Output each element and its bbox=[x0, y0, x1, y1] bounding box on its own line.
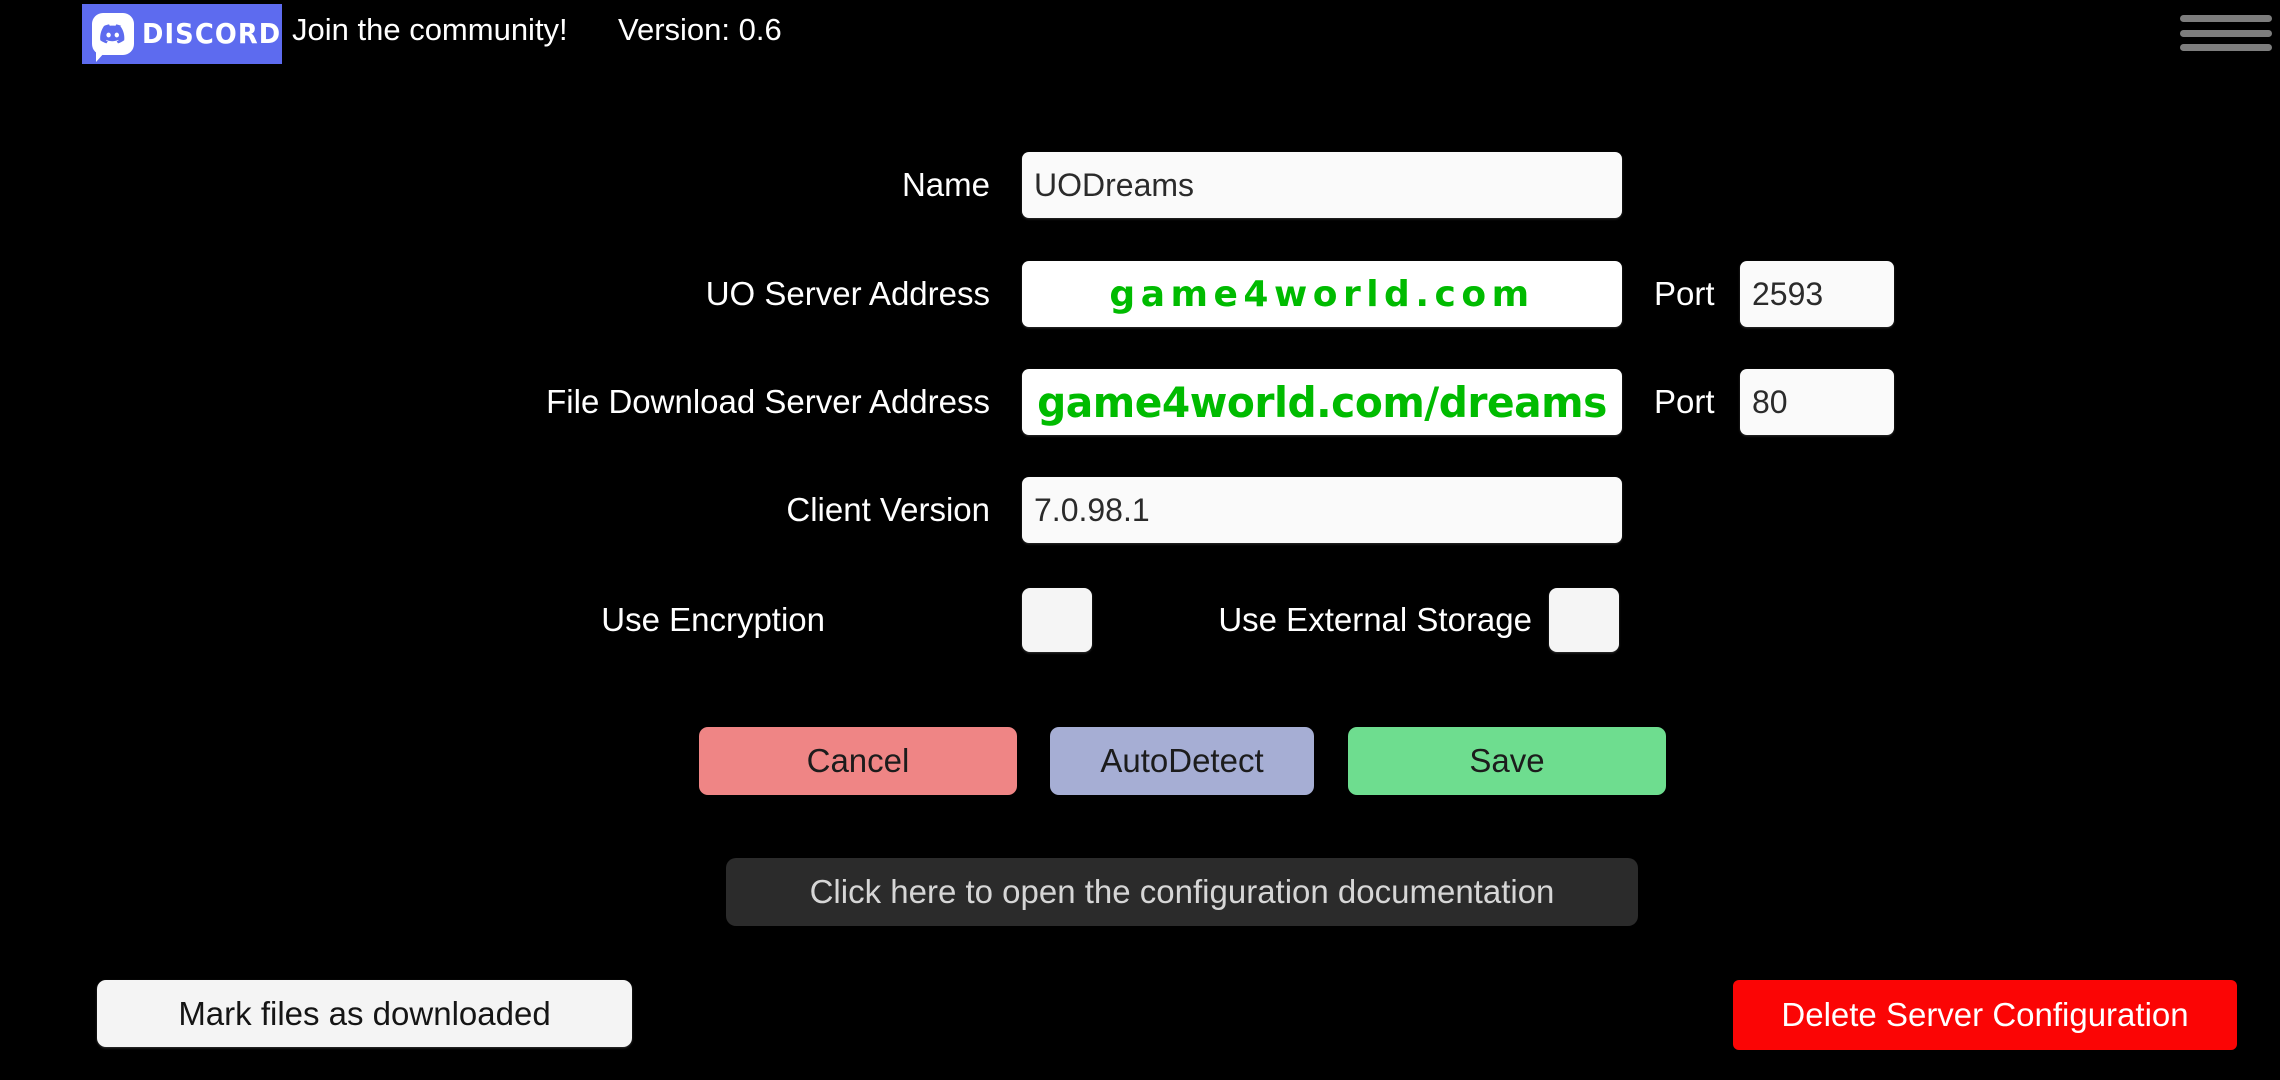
label-client-version: Client Version bbox=[786, 491, 990, 528]
use-encryption-checkbox[interactable] bbox=[1022, 588, 1092, 652]
uo-port-input[interactable]: 2593 bbox=[1740, 261, 1894, 327]
row-uo-server-address: UO Server Address game4world.com Port 25… bbox=[0, 261, 2280, 327]
save-button[interactable]: Save bbox=[1348, 727, 1666, 795]
row-options: Use Encryption Use External Storage bbox=[0, 587, 2280, 653]
row-client-version: Client Version 7.0.98.1 bbox=[0, 477, 2280, 543]
name-input-value: UODreams bbox=[1034, 166, 1195, 203]
file-download-port-input[interactable]: 80 bbox=[1740, 369, 1894, 435]
use-external-storage-checkbox[interactable] bbox=[1549, 588, 1619, 652]
label-file-download-port: Port bbox=[1654, 383, 1715, 420]
open-documentation-button[interactable]: Click here to open the configuration doc… bbox=[726, 858, 1638, 926]
label-uo-port: Port bbox=[1654, 275, 1715, 312]
file-download-port-value: 80 bbox=[1752, 383, 1788, 420]
label-file-download-server-address: File Download Server Address bbox=[546, 383, 990, 420]
delete-server-configuration-button[interactable]: Delete Server Configuration bbox=[1733, 980, 2237, 1050]
app-root: DISCORD Join the community! Version: 0.6… bbox=[0, 0, 2280, 1080]
label-use-encryption: Use Encryption bbox=[601, 601, 825, 638]
file-download-server-address-value: game4world.com/dreams bbox=[1037, 377, 1607, 427]
row-name: Name UODreams bbox=[0, 152, 2280, 218]
mark-files-downloaded-button[interactable]: Mark files as downloaded bbox=[97, 980, 632, 1047]
label-name: Name bbox=[901, 166, 990, 203]
autodetect-button[interactable]: AutoDetect bbox=[1050, 727, 1314, 795]
file-download-server-address-input[interactable]: game4world.com/dreams bbox=[1022, 369, 1622, 435]
cancel-button[interactable]: Cancel bbox=[699, 727, 1017, 795]
uo-port-value: 2593 bbox=[1752, 275, 1824, 312]
uo-server-address-input[interactable]: game4world.com bbox=[1022, 261, 1622, 327]
name-input[interactable]: UODreams bbox=[1022, 152, 1622, 218]
server-config-form: Name UODreams UO Server Address game4wor… bbox=[0, 0, 2280, 1080]
label-use-external-storage: Use External Storage bbox=[1218, 601, 1532, 638]
label-uo-server-address: UO Server Address bbox=[705, 275, 990, 312]
client-version-input[interactable]: 7.0.98.1 bbox=[1022, 477, 1622, 543]
uo-server-address-value: game4world.com bbox=[1109, 273, 1535, 315]
client-version-value: 7.0.98.1 bbox=[1034, 491, 1150, 528]
row-file-download-server-address: File Download Server Address game4world.… bbox=[0, 369, 2280, 435]
